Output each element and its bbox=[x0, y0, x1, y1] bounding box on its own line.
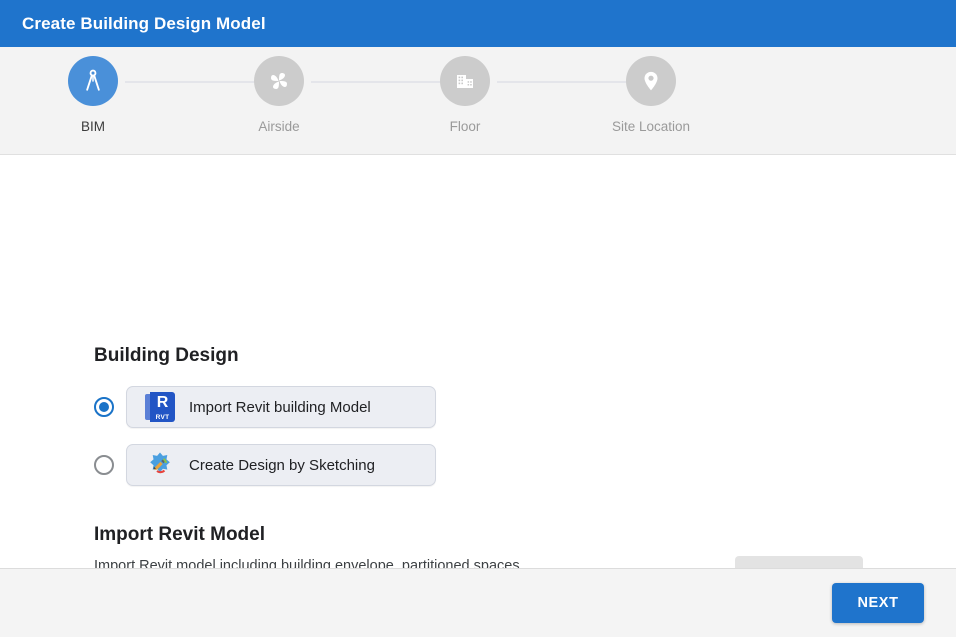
option-create-sketch-row[interactable]: Create Design by Sketching bbox=[94, 444, 436, 486]
option-create-sketch-label: Create Design by Sketching bbox=[189, 456, 375, 474]
dialog-content: Building Design R RVT Import Revit build… bbox=[0, 155, 956, 568]
option-import-revit-box[interactable]: R RVT Import Revit building Model bbox=[126, 386, 436, 428]
dialog-title-bar: Create Building Design Model bbox=[0, 0, 956, 47]
option-import-revit-row[interactable]: R RVT Import Revit building Model bbox=[94, 386, 436, 428]
compass-divider-icon bbox=[79, 67, 107, 95]
step-site-location-label: Site Location bbox=[611, 119, 691, 134]
step-airside[interactable]: Airside bbox=[186, 47, 471, 134]
sketch-design-icon bbox=[145, 450, 175, 480]
step-connector-1 bbox=[125, 81, 265, 83]
revit-rvt-icon: R RVT bbox=[145, 392, 175, 422]
step-bim[interactable]: BIM bbox=[0, 47, 265, 134]
step-bim-label: BIM bbox=[80, 119, 105, 134]
building-icon bbox=[453, 69, 477, 93]
create-building-design-model-dialog: Create Building Design Model BIM Airside… bbox=[0, 0, 956, 637]
step-floor-label: Floor bbox=[449, 119, 481, 134]
step-bim-circle bbox=[68, 56, 118, 106]
import-button[interactable]: Import bbox=[735, 556, 863, 568]
step-site-location-circle bbox=[626, 56, 676, 106]
dialog-title: Create Building Design Model bbox=[22, 13, 266, 33]
import-revit-model-heading: Import Revit Model bbox=[94, 524, 266, 545]
option-create-sketch-box[interactable]: Create Design by Sketching bbox=[126, 444, 436, 486]
radio-import-revit[interactable] bbox=[94, 397, 114, 417]
dialog-footer: NEXT bbox=[0, 568, 956, 637]
step-floor[interactable]: Floor bbox=[372, 47, 657, 134]
step-site-location[interactable]: Site Location bbox=[558, 47, 744, 134]
step-floor-circle bbox=[440, 56, 490, 106]
map-pin-icon bbox=[638, 68, 664, 94]
import-description: Import Revit model including building en… bbox=[94, 558, 524, 568]
wizard-stepper: BIM Airside Floor Site Location bbox=[0, 47, 956, 155]
step-airside-circle bbox=[254, 56, 304, 106]
building-design-heading: Building Design bbox=[94, 345, 239, 366]
option-import-revit-label: Import Revit building Model bbox=[189, 398, 371, 416]
radio-create-sketch[interactable] bbox=[94, 455, 114, 475]
step-airside-label: Airside bbox=[258, 119, 300, 134]
next-button[interactable]: NEXT bbox=[832, 583, 924, 623]
fan-pinwheel-icon bbox=[266, 68, 292, 94]
